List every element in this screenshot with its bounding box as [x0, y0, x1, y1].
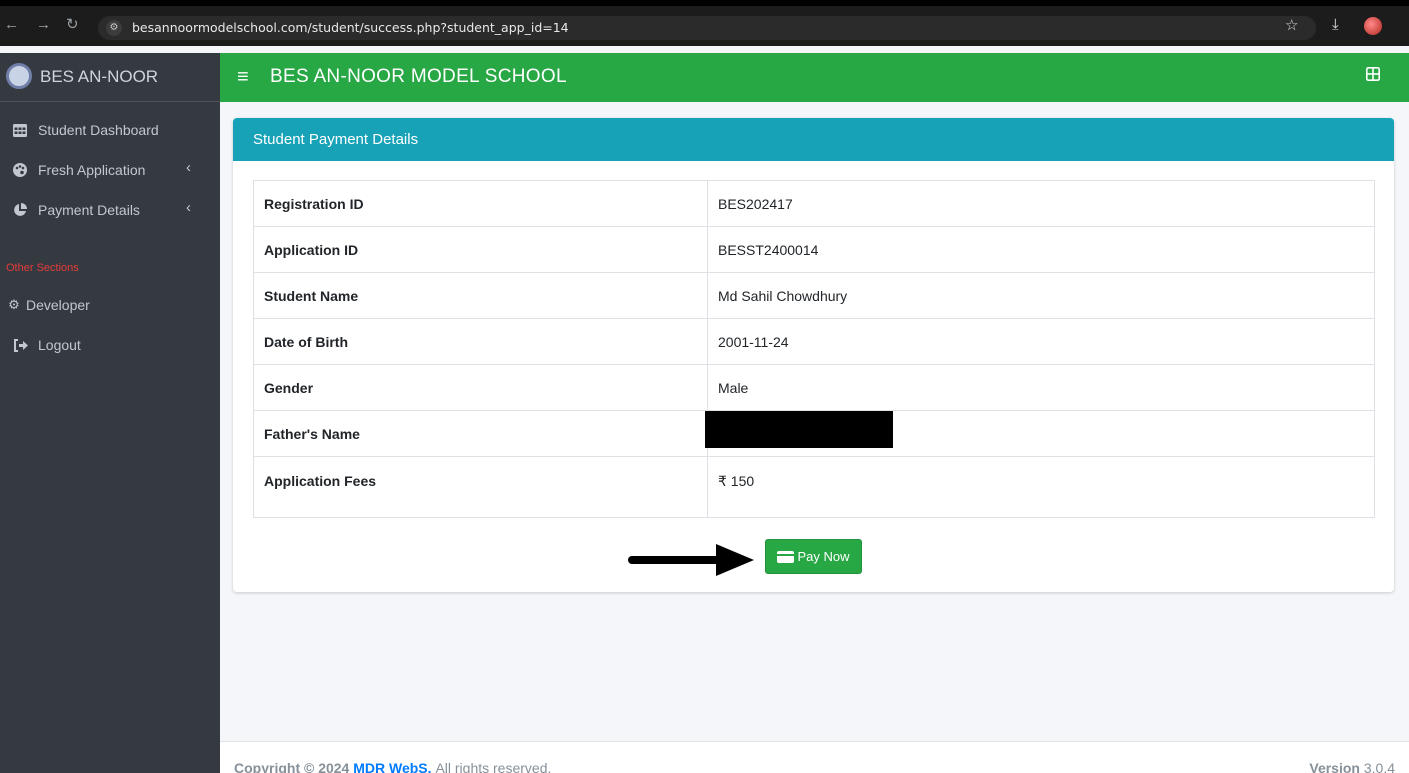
chevron-left-icon[interactable]: ‹: [186, 199, 191, 216]
palette-icon: [12, 162, 28, 178]
sidebar: BES AN-NOOR Student Dashboard Fresh Appl…: [0, 53, 220, 773]
sidebar-item-fresh-application[interactable]: Fresh Application: [12, 159, 145, 181]
table-row: Application ID BESST2400014: [253, 226, 1375, 273]
pay-now-label: Pay Now: [797, 549, 850, 564]
footer: Copyright © 2024 MDR WebS. All rights re…: [220, 741, 1409, 773]
sidebar-item-logout[interactable]: Logout: [12, 334, 81, 356]
row-label: Application Fees: [253, 456, 708, 518]
version-number: 3.0.4: [1363, 760, 1395, 773]
row-label: Student Name: [253, 272, 708, 319]
redaction-block: [705, 410, 893, 448]
copyright-text: Copyright © 2024 MDR WebS. All rights re…: [234, 760, 551, 773]
chevron-left-icon[interactable]: ‹: [186, 159, 191, 176]
sidebar-item-label: Payment Details: [38, 202, 140, 218]
version-label: Version: [1309, 760, 1360, 773]
row-value: BES202417: [707, 180, 1375, 227]
table-row: Gender Male: [253, 364, 1375, 411]
row-value: BESST2400014: [707, 226, 1375, 273]
row-value: Md Sahil Chowdhury: [707, 272, 1375, 319]
row-label: Application ID: [253, 226, 708, 273]
grid-icon[interactable]: [1366, 67, 1380, 86]
row-value: [705, 410, 1375, 457]
browser-toolbar: ← → ↻ ⚙ besannoormodelschool.com/student…: [0, 0, 1409, 46]
row-label: Gender: [253, 364, 708, 411]
sidebar-item-developer[interactable]: ⚙ Developer: [6, 294, 90, 316]
hamburger-menu-icon[interactable]: ≡: [237, 66, 249, 89]
sidebar-item-label: Developer: [26, 297, 90, 313]
pointer-arrow-icon: [628, 544, 754, 576]
table-row: Student Name Md Sahil Chowdhury: [253, 272, 1375, 319]
table-row: Application Fees ₹ 150: [253, 456, 1375, 518]
credit-card-icon: [777, 550, 795, 563]
payment-details-card: Student Payment Details Registration ID …: [233, 118, 1394, 592]
row-value: ₹ 150: [707, 456, 1375, 518]
top-navbar: ≡ BES AN-NOOR MODEL SCHOOL: [220, 53, 1409, 102]
profile-avatar[interactable]: [1364, 17, 1382, 35]
school-logo-icon: [6, 63, 32, 89]
sidebar-item-label: Logout: [38, 337, 81, 353]
row-value: 2001-11-24: [707, 318, 1375, 365]
back-icon[interactable]: ←: [4, 17, 19, 33]
table-row: Father's Name: [253, 410, 1375, 457]
sidebar-item-label: Fresh Application: [38, 162, 146, 178]
download-icon[interactable]: ⤓: [1332, 16, 1339, 33]
table-row: Date of Birth 2001-11-24: [253, 318, 1375, 365]
brand[interactable]: BES AN-NOOR: [0, 53, 220, 102]
card-title: Student Payment Details: [253, 131, 419, 148]
row-label: Registration ID: [253, 180, 708, 227]
address-bar[interactable]: ⚙ besannoormodelschool.com/student/succe…: [98, 16, 1316, 40]
table-row: Registration ID BES202417: [253, 180, 1375, 227]
sidebar-section-header: Other Sections: [6, 262, 79, 274]
page-title: BES AN-NOOR MODEL SCHOOL: [270, 66, 567, 87]
site-info-icon[interactable]: ⚙: [106, 20, 122, 36]
version-text: Version 3.0.4: [1309, 760, 1395, 773]
sidebar-item-label: Student Dashboard: [38, 122, 159, 138]
copyright-label: Copyright © 2024: [234, 760, 350, 773]
company-link[interactable]: MDR WebS.: [353, 760, 431, 773]
brand-text: BES AN-NOOR: [40, 67, 159, 86]
gear-icon: ⚙: [8, 297, 20, 312]
row-label: Father's Name: [253, 410, 708, 457]
forward-icon[interactable]: →: [36, 17, 51, 33]
sign-out-icon: [12, 337, 28, 353]
row-label: Date of Birth: [253, 318, 708, 365]
payment-details-table: Registration ID BES202417 Application ID…: [253, 180, 1375, 518]
rights-text: All rights reserved.: [435, 760, 552, 773]
url-text: besannoormodelschool.com/student/success…: [132, 20, 569, 35]
sidebar-item-student-dashboard[interactable]: Student Dashboard: [12, 119, 159, 141]
pie-chart-icon: [12, 202, 28, 218]
reload-icon[interactable]: ↻: [66, 17, 79, 33]
sidebar-item-payment-details[interactable]: Payment Details: [12, 199, 140, 221]
bookmark-star-icon[interactable]: ☆: [1285, 16, 1298, 34]
table-icon: [12, 122, 28, 138]
pay-now-button[interactable]: Pay Now: [765, 539, 862, 574]
card-header: Student Payment Details: [233, 118, 1394, 161]
row-value: Male: [707, 364, 1375, 411]
